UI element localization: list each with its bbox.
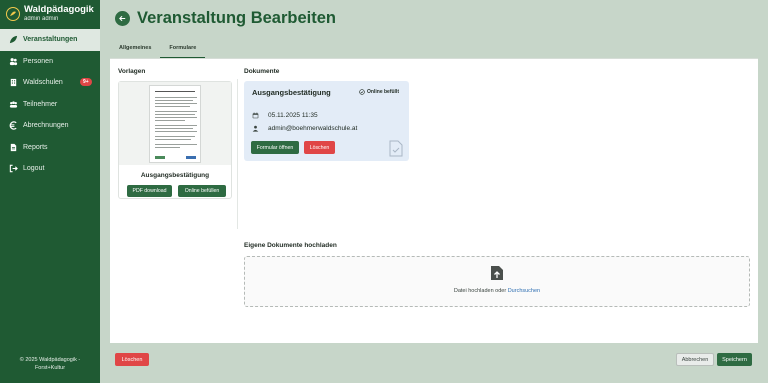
brand-title: Waldpädagogik [24,4,94,15]
sidebar-item-label: Personen [23,57,53,65]
delete-event-button[interactable]: Löschen [115,353,149,366]
vorlagen-heading: Vorlagen [118,68,146,75]
sidebar-item-abrechnungen[interactable]: Abrechnungen [0,115,100,137]
arrow-left-icon [119,15,126,22]
upload-text: Datei hochladen oder [453,288,508,294]
status-text: Online befüllt [367,89,399,95]
sidebar-item-waldschulen[interactable]: Waldschulen 9+ [0,72,100,94]
sidebar-item-label: Teilnehmer [23,100,58,108]
sidebar-item-personen[interactable]: Personen [0,51,100,73]
online-fill-button[interactable]: Online befüllen [178,185,226,197]
copyright-line-2: Forst+Kultur [34,365,66,371]
document-date-row: 05.11.2025 11:35 [252,112,318,119]
sidebar: Waldpädagogik admin admin Veranstaltunge… [0,0,100,383]
upload-instructions: Datei hochladen oder Durchsuchen [245,288,749,294]
sidebar-item-logout[interactable]: Logout [0,158,100,180]
delete-document-button[interactable]: Löschen [304,141,335,154]
sidebar-item-teilnehmer[interactable]: Teilnehmer [0,94,100,116]
template-title: Ausgangsbestätigung [140,172,210,179]
user-icon [252,125,259,132]
document-thumbnail [149,84,201,163]
check-circle-icon [359,89,365,95]
sidebar-nav: Veranstaltungen Personen Waldschulen 9+ … [0,29,100,180]
browse-link[interactable]: Durchsuchen [508,288,540,294]
brand: Waldpädagogik admin admin [0,0,100,28]
document-user: admin@boehmerwaldschule.at [268,125,358,132]
euro-icon [8,121,18,131]
open-form-button[interactable]: Formular öffnen [251,141,299,154]
leaf-icon [8,35,18,45]
dokumente-heading: Dokumente [244,68,280,75]
notification-badge: 9+ [80,78,92,86]
document-date: 05.11.2025 11:35 [268,112,318,119]
upload-dropzone[interactable]: Datei hochladen oder Durchsuchen [244,256,750,307]
status-badge: Online befüllt [359,89,399,95]
column-divider [237,79,238,229]
brand-user: admin admin [24,16,59,22]
sidebar-item-label: Waldschulen [23,79,63,87]
logo-icon [6,7,20,21]
tab-allgemeines[interactable]: Allgemeines [110,38,160,58]
cancel-button[interactable]: Abbrechen [676,353,714,366]
calendar-icon [252,112,259,119]
logout-icon [8,164,18,174]
tab-bar: Allgemeines Formulare [110,38,206,58]
sidebar-item-veranstaltungen[interactable]: Veranstaltungen [0,29,100,51]
sidebar-item-label: Veranstaltungen [23,36,78,44]
save-button[interactable]: Speichern [717,353,752,366]
document-title: Ausgangsbestätigung [252,88,331,97]
template-card: Ausgangsbestätigung PDF download Online … [118,81,232,199]
file-upload-icon [491,266,503,280]
document-check-icon [389,140,403,157]
copyright-line-1: © 2025 Waldpädagogik - [19,357,81,363]
sidebar-item-label: Abrechnungen [23,122,69,130]
document-card: Ausgangsbestätigung Online befüllt 05.11… [244,81,409,161]
tab-formulare[interactable]: Formulare [160,38,206,58]
sidebar-footer: © 2025 Waldpädagogik - Forst+Kultur [0,356,100,372]
page-title: Veranstaltung Bearbeiten [137,9,336,27]
sidebar-item-label: Reports [23,143,48,151]
template-preview [119,82,231,165]
document-user-row: admin@boehmerwaldschule.at [252,125,357,132]
back-button[interactable] [115,11,130,26]
main-panel: Vorlagen Dokumente Ausgangsbestätigung P… [110,58,758,343]
upload-heading: Eigene Dokumente hochladen [244,242,337,249]
document-icon [8,142,18,152]
users-icon [8,99,18,109]
people-icon [8,56,18,66]
sidebar-item-label: Logout [23,165,45,173]
building-icon [8,78,18,88]
sidebar-item-reports[interactable]: Reports [0,137,100,159]
pdf-download-button[interactable]: PDF download [127,185,172,197]
